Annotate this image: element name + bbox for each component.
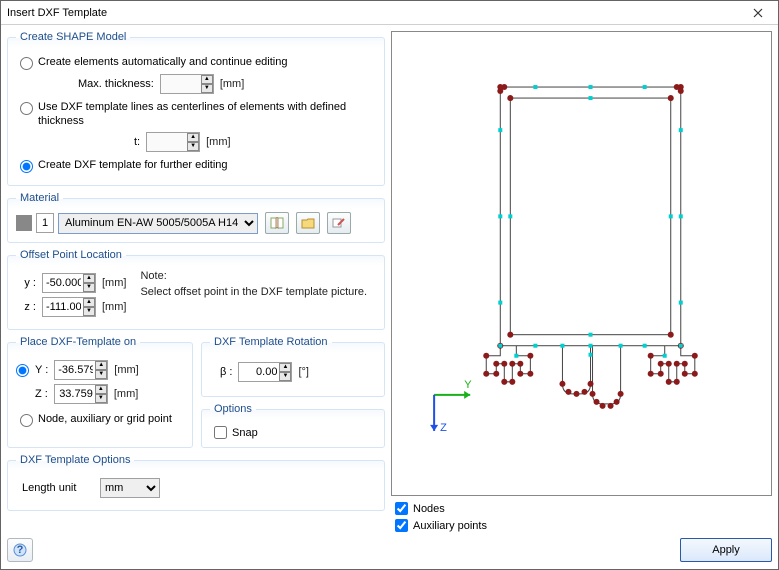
unit-label: [mm] xyxy=(220,78,244,90)
material-edit-button[interactable] xyxy=(327,212,351,234)
unit-label: [°] xyxy=(298,366,309,378)
group-legend: DXF Template Options xyxy=(16,454,134,466)
spin-down[interactable]: ▼ xyxy=(95,370,107,379)
length-unit-label: Length unit xyxy=(22,482,94,494)
unit-label: [mm] xyxy=(114,388,138,400)
group-legend: Options xyxy=(210,403,256,415)
length-unit-select[interactable]: mm xyxy=(100,478,160,498)
group-legend: Create SHAPE Model xyxy=(16,31,130,43)
spin-down[interactable]: ▼ xyxy=(83,307,95,316)
note-body: Select offset point in the DXF template … xyxy=(140,285,367,299)
checkbox-aux-label: Auxiliary points xyxy=(413,520,487,532)
unit-label: [mm] xyxy=(102,301,126,313)
group-legend: Offset Point Location xyxy=(16,249,126,261)
radio-centerlines[interactable] xyxy=(20,102,33,115)
spin-down[interactable]: ▼ xyxy=(187,142,199,151)
offset-note: Note: Select offset point in the DXF tem… xyxy=(140,269,367,299)
material-open-button[interactable] xyxy=(296,212,320,234)
checkbox-snap[interactable] xyxy=(214,426,227,439)
unit-label: [mm] xyxy=(114,364,138,376)
material-color-swatch xyxy=(16,215,32,231)
group-offset: Offset Point Location y : ▲▼ [mm] z xyxy=(7,249,385,330)
unit-label: [mm] xyxy=(206,136,230,148)
group-rotation: DXF Template Rotation β : ▲▼ [°] xyxy=(201,336,385,397)
unit-label: [mm] xyxy=(102,277,126,289)
beta-label: β : xyxy=(220,366,232,378)
group-place-on: Place DXF-Template on Y : ▲▼ [mm] Z : xyxy=(7,336,193,448)
radio-place-node[interactable] xyxy=(20,414,33,427)
help-button[interactable]: ? xyxy=(7,538,33,562)
folder-open-icon xyxy=(301,217,315,229)
material-index: 1 xyxy=(36,213,54,233)
preview-svg: Y Z xyxy=(392,32,771,495)
dxf-preview[interactable]: Y Z xyxy=(391,31,772,496)
spin-up[interactable]: ▲ xyxy=(201,75,213,84)
close-button[interactable] xyxy=(738,1,778,24)
radio-auto-elements[interactable] xyxy=(20,57,33,70)
material-library-button[interactable] xyxy=(265,212,289,234)
help-icon: ? xyxy=(13,543,27,557)
dialog-body: Create SHAPE Model Create elements autom… xyxy=(1,25,778,568)
group-dxf-options: DXF Template Options Length unit mm xyxy=(7,454,385,511)
book-icon xyxy=(270,217,284,229)
checkbox-aux[interactable] xyxy=(395,519,408,532)
offset-z-label: z : xyxy=(16,301,36,313)
svg-text:?: ? xyxy=(17,544,24,556)
window-title: Insert DXF Template xyxy=(7,7,738,19)
offset-y-label: y : xyxy=(16,277,36,289)
preview-checks: Nodes Auxiliary points xyxy=(391,502,772,532)
titlebar: Insert DXF Template xyxy=(1,1,778,25)
radio-further-editing-label[interactable]: Create DXF template for further editing xyxy=(38,158,228,172)
place-y-label: Y : xyxy=(35,364,48,376)
apply-button[interactable]: Apply xyxy=(680,538,772,562)
place-z-label: Z : xyxy=(35,388,48,400)
group-options: Options Snap xyxy=(201,403,385,448)
spin-up[interactable]: ▲ xyxy=(279,363,291,372)
close-icon xyxy=(753,8,763,18)
spin-up[interactable]: ▲ xyxy=(95,361,107,370)
t-label: t: xyxy=(134,136,140,148)
svg-text:Y: Y xyxy=(464,379,472,391)
checkbox-snap-label[interactable]: Snap xyxy=(232,427,258,439)
max-thickness-label: Max. thickness: xyxy=(78,78,154,90)
dialog-window: Insert DXF Template Create SHAPE Model C… xyxy=(0,0,779,570)
spin-down[interactable]: ▼ xyxy=(279,372,291,381)
spin-down[interactable]: ▼ xyxy=(95,394,107,403)
checkbox-nodes[interactable] xyxy=(395,502,408,515)
spin-down[interactable]: ▼ xyxy=(201,84,213,93)
group-legend: DXF Template Rotation xyxy=(210,336,332,348)
note-head: Note: xyxy=(140,269,367,283)
spin-up[interactable]: ▲ xyxy=(83,298,95,307)
edit-icon xyxy=(332,217,346,229)
radio-place-node-label[interactable]: Node, auxiliary or grid point xyxy=(38,412,172,426)
svg-text:Z: Z xyxy=(440,422,447,434)
checkbox-nodes-row[interactable]: Nodes xyxy=(395,502,772,515)
group-legend: Place DXF-Template on xyxy=(16,336,140,348)
radio-centerlines-label[interactable]: Use DXF template lines as centerlines of… xyxy=(38,100,358,128)
spin-up[interactable]: ▲ xyxy=(187,133,199,142)
spin-up[interactable]: ▲ xyxy=(95,385,107,394)
group-shape-model: Create SHAPE Model Create elements autom… xyxy=(7,31,385,186)
radio-place-yz[interactable] xyxy=(16,364,29,377)
spin-down[interactable]: ▼ xyxy=(83,283,95,292)
checkbox-aux-row[interactable]: Auxiliary points xyxy=(395,519,772,532)
group-material: Material 1 Aluminum EN-AW 5005/5005A H14 xyxy=(7,192,385,243)
radio-further-editing[interactable] xyxy=(20,160,33,173)
material-select[interactable]: Aluminum EN-AW 5005/5005A H14 xyxy=(58,213,258,234)
radio-auto-elements-label[interactable]: Create elements automatically and contin… xyxy=(38,55,287,69)
right-column: Y Z xyxy=(391,31,772,562)
spin-up[interactable]: ▲ xyxy=(83,274,95,283)
checkbox-nodes-label: Nodes xyxy=(413,503,445,515)
group-legend: Material xyxy=(16,192,63,204)
left-column: Create SHAPE Model Create elements autom… xyxy=(7,31,385,562)
